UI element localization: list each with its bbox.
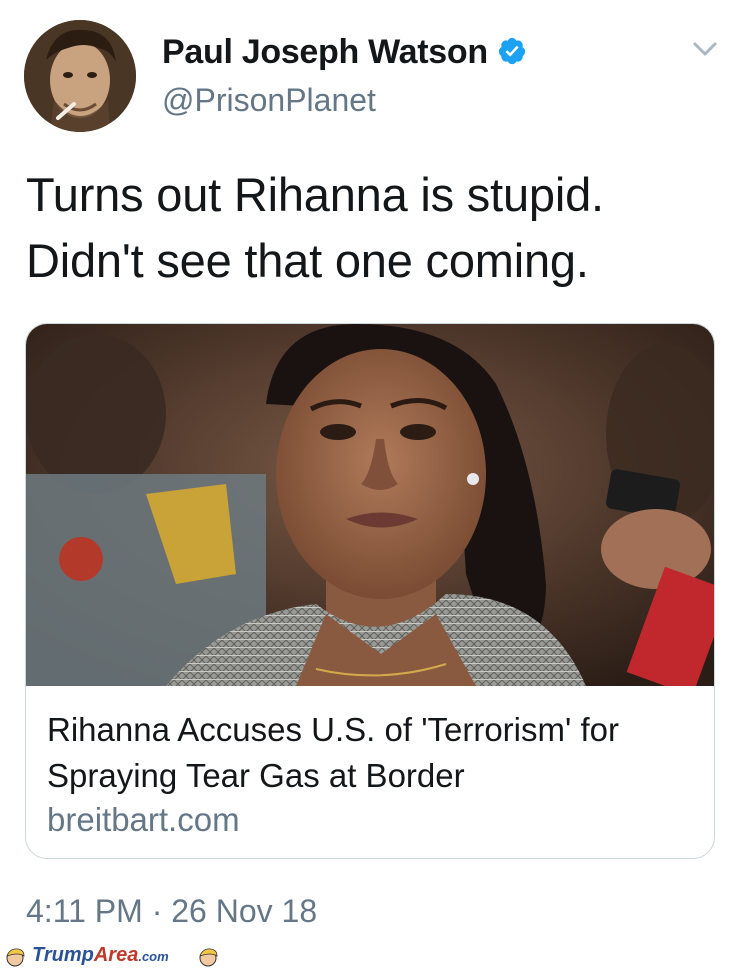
watermark-text: TrumpArea.com <box>32 944 169 967</box>
card-title: Rihanna Accuses U.S. of 'Terrorism' for … <box>47 707 697 799</box>
watermark-part-2: Area <box>93 944 139 966</box>
watermark-part-3: .com <box>138 949 169 964</box>
card-domain: breitbart.com <box>47 801 240 838</box>
timestamp[interactable]: 4:11 PM · 26 Nov 18 <box>26 893 317 930</box>
trump-face-icon <box>199 948 218 967</box>
link-card[interactable]: Rihanna Accuses U.S. of 'Terrorism' for … <box>25 323 715 859</box>
tweet-text: Turns out Rihanna is stupid. Didn't see … <box>26 162 716 294</box>
avatar-photo <box>24 20 136 132</box>
trump-face-icon <box>6 948 25 967</box>
watermark: TrumpArea.com <box>2 940 232 969</box>
handle[interactable]: @PrisonPlanet <box>162 82 376 119</box>
display-name[interactable]: Paul Joseph Watson <box>162 33 488 72</box>
tweet-text-line-1: Turns out Rihanna is stupid. <box>26 168 604 221</box>
card-title-line-1: Rihanna Accuses U.S. of 'Terrorism' for <box>47 711 619 748</box>
verified-badge-icon <box>498 37 526 65</box>
tweet: Paul Joseph Watson @PrisonPlanet Turns o… <box>0 0 740 969</box>
chevron-down-icon[interactable] <box>692 40 718 58</box>
avatar[interactable] <box>24 20 136 132</box>
watermark-part-1: Trump <box>32 944 94 966</box>
tweet-text-line-2: Didn't see that one coming. <box>26 234 589 287</box>
card-title-line-2: Spraying Tear Gas at Border <box>47 757 465 794</box>
card-image <box>26 324 714 686</box>
